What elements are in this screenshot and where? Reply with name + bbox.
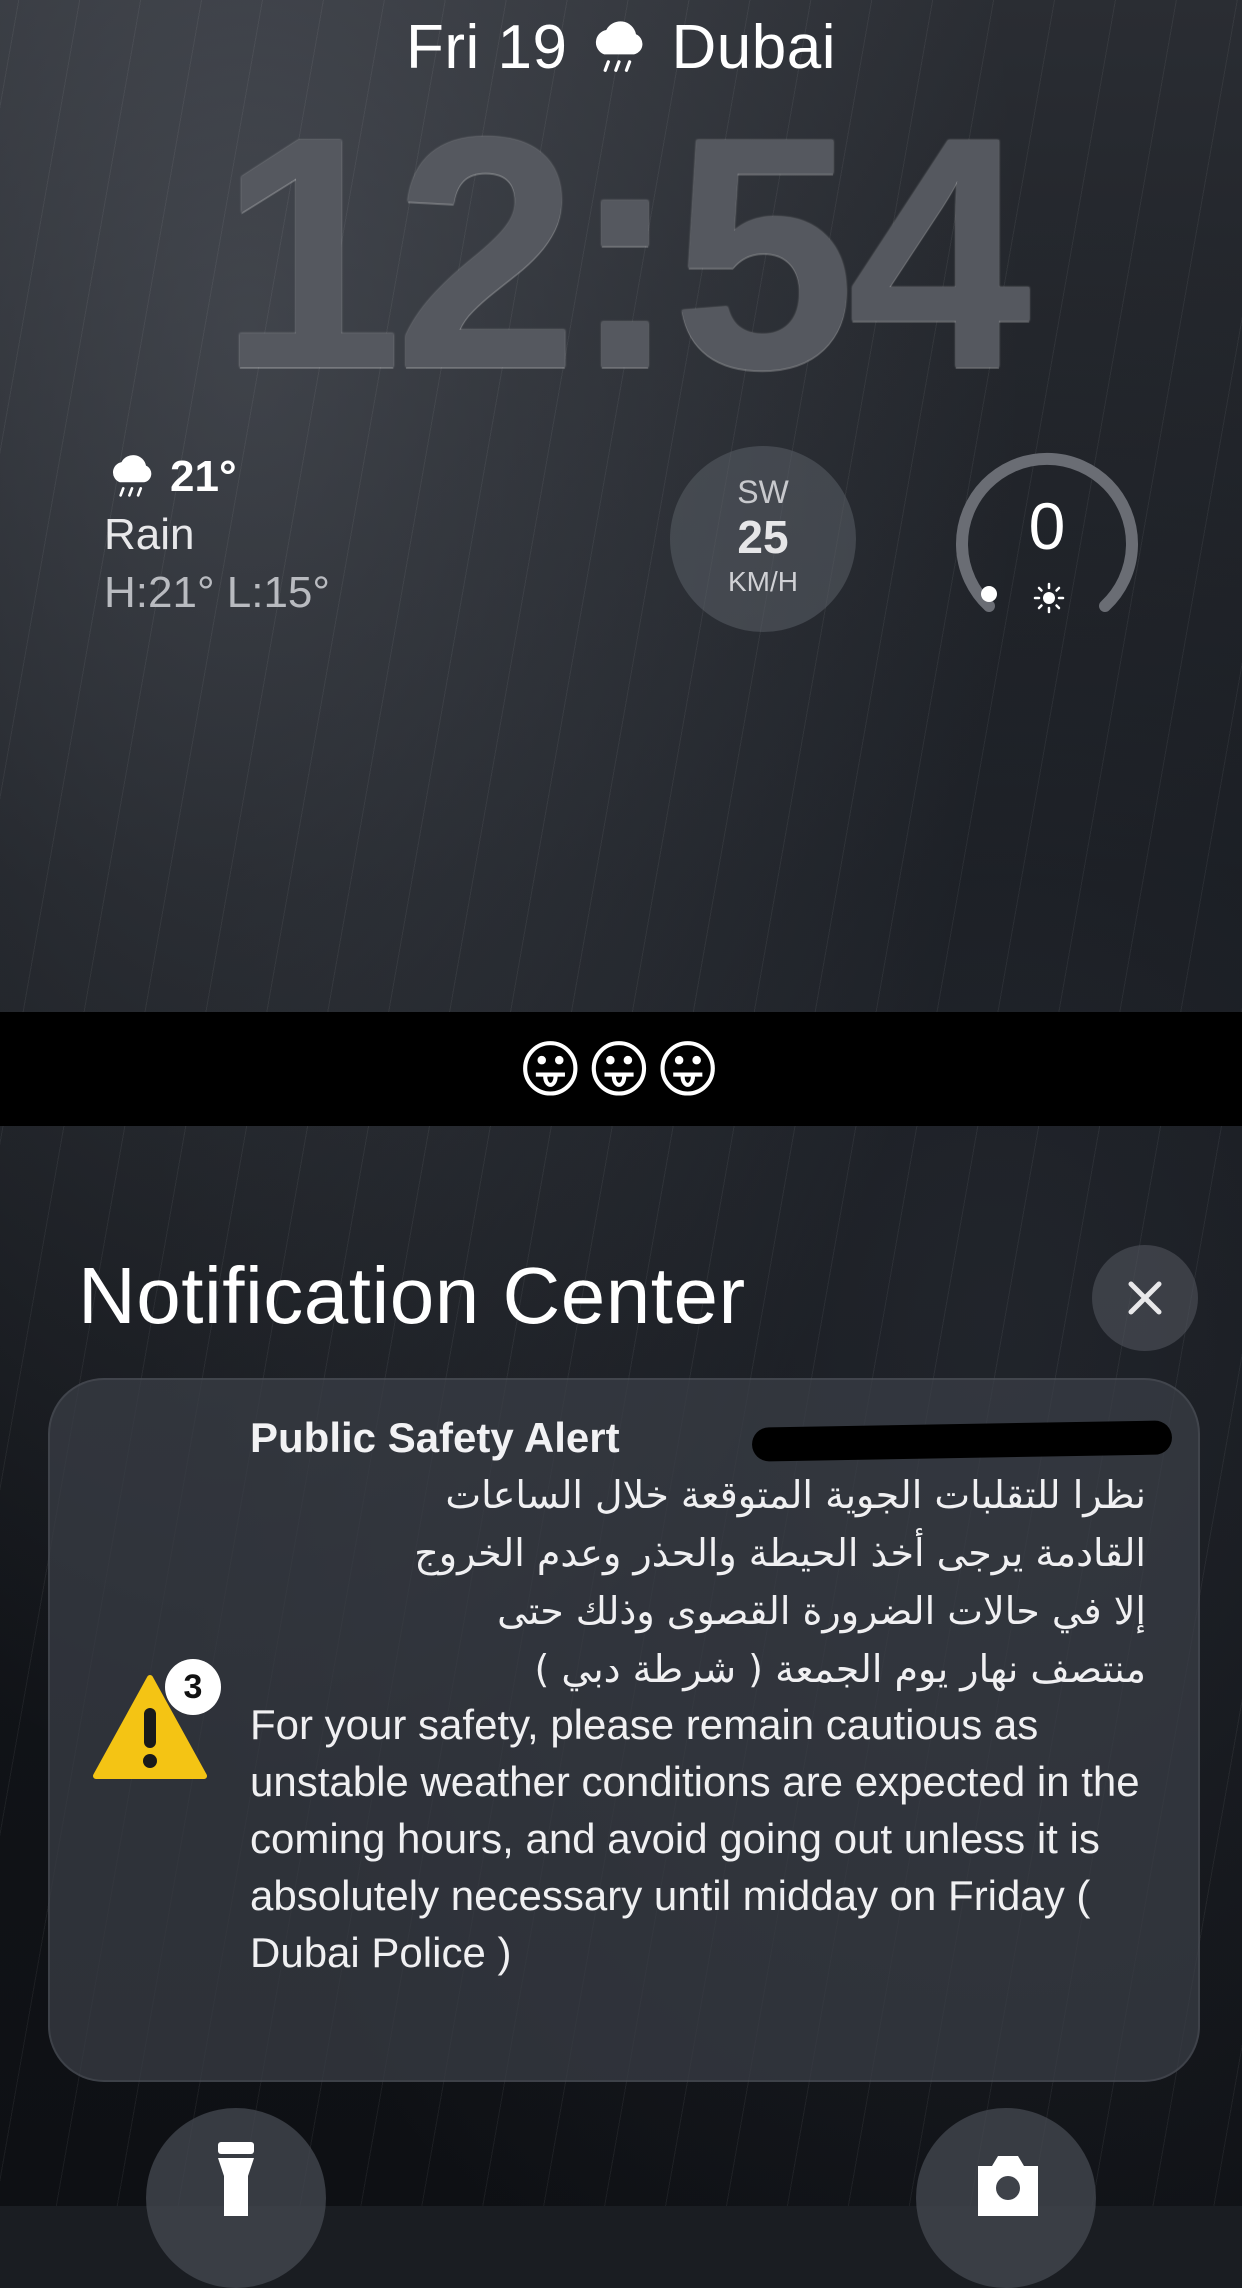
weather-widget[interactable]: 21° Rain H:21° L:15° <box>104 448 330 622</box>
close-button[interactable] <box>1092 1245 1198 1351</box>
notification-body-arabic: نظرا للتقلبات الجوية المتوقعة خلال الساع… <box>414 1473 1146 1691</box>
uv-value: 0 <box>1028 489 1066 563</box>
uv-level-dot <box>981 586 997 602</box>
notification-body-english: For your safety, please remain cautious … <box>250 1701 1140 1976</box>
wind-direction: SW <box>737 474 789 510</box>
camera-icon <box>978 2156 1038 2216</box>
flashlight-icon <box>218 2142 254 2216</box>
close-icon <box>1128 1281 1162 1315</box>
emoji-overlay: 😛😛😛 <box>0 1012 1242 1126</box>
rain-cloud-icon <box>112 455 152 497</box>
flashlight-button[interactable] <box>146 2108 326 2288</box>
notification-count-badge: 3 <box>165 1659 221 1715</box>
notification-app-title: Public Safety Alert <box>250 1414 620 1461</box>
wind-unit: KM/H <box>728 566 798 597</box>
notification-center-title: Notification Center <box>78 1251 746 1340</box>
camera-button[interactable] <box>916 2108 1096 2288</box>
wind-speed: 25 <box>737 511 789 563</box>
wind-widget[interactable]: SW 25 KM/H <box>670 446 856 632</box>
lockscreen-clock: 12:54 <box>218 68 1031 437</box>
uv-widget[interactable]: 0 <box>952 446 1142 636</box>
high-low: H:21° L:15° <box>104 568 330 617</box>
sun-icon <box>1033 582 1065 614</box>
weather-condition: Rain <box>104 510 195 559</box>
temperature: 21° <box>170 452 237 501</box>
